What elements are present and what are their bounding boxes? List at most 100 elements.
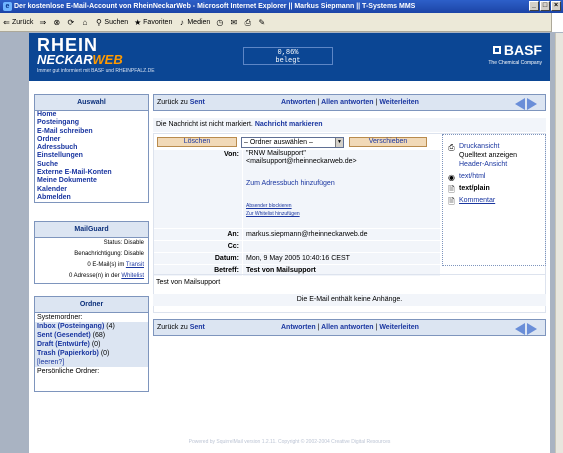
page-footer: Powered by SquirrelMail version 1.2.11. … <box>188 439 391 445</box>
show-source-link[interactable]: Quelltext anzeigen <box>459 152 517 160</box>
folders-title: Ordner <box>35 297 148 313</box>
back-button[interactable]: ⇐ Zurück <box>2 18 33 27</box>
basf-logo[interactable]: BASF The Chemical Company <box>488 43 542 66</box>
personal-folders-label: Persönliche Ordner: <box>37 368 100 375</box>
next-message-icon[interactable] <box>527 98 537 110</box>
to-row: An: markus.siepmann@rheinneckarweb.de <box>154 229 441 240</box>
search-button[interactable]: ⚲ Suchen <box>94 18 128 27</box>
minimize-button[interactable]: _ <box>529 1 539 11</box>
nav-title: Auswahl <box>35 95 148 111</box>
print-view-item[interactable]: ⎙ Druckansicht <box>447 143 499 152</box>
transit-link[interactable]: Transit <box>126 262 144 268</box>
edit-icon: ✎ <box>258 17 266 27</box>
nav-calendar[interactable]: Kalender <box>35 186 148 194</box>
text-plain-item[interactable]: 🗎 text/plain <box>447 185 489 194</box>
edit-button[interactable]: ✎ <box>257 18 266 27</box>
header-view-link[interactable]: Header-Ansicht <box>459 161 507 169</box>
refresh-icon: ⟳ <box>67 17 75 27</box>
comment-item[interactable]: 🗎 Kommentar <box>447 197 495 206</box>
print-button[interactable]: ⎙ <box>243 18 252 27</box>
nav-external-accounts[interactable]: Externe E-Mail-Konten <box>35 169 148 177</box>
history-button[interactable]: ◷ <box>215 18 224 27</box>
note-icon: 🗎 <box>448 197 455 206</box>
home-button[interactable]: ⌂ <box>80 18 89 27</box>
reply-all-link-bottom[interactable]: Allen antworten <box>321 324 374 331</box>
forward-button[interactable]: ⇒ <box>38 18 47 27</box>
folder-sent[interactable]: Sent (Gesendet) (68) <box>35 331 148 340</box>
nav-settings[interactable]: Einstellungen <box>35 152 148 160</box>
from-value: "RNW Mailsupport" <mailsupport@rheinneck… <box>243 150 440 228</box>
vertical-scrollbar[interactable] <box>555 33 563 453</box>
forward-link[interactable]: Weiterleiten <box>379 99 419 106</box>
html-file-icon: ◉ <box>448 173 455 182</box>
document-icon: 🗎 <box>448 185 455 194</box>
back-to-sent-link-bottom[interactable]: Sent <box>190 324 205 331</box>
mark-message-link[interactable]: Nachricht markieren <box>255 121 323 128</box>
add-to-addressbook-link[interactable]: Zum Adressbuch hinzufügen <box>246 180 440 188</box>
cc-row: Cc: <box>154 241 441 252</box>
nav-logout[interactable]: Abmelden <box>35 194 148 202</box>
nav-documents[interactable]: Meine Dokumente <box>35 177 148 185</box>
reply-actions-bottom: Antworten | Allen antworten | Weiterleit… <box>281 324 419 331</box>
cc-label: Cc: <box>154 241 242 252</box>
mailguard-title: MailGuard <box>35 222 148 238</box>
nav-folders[interactable]: Ordner <box>35 136 148 144</box>
back-to-sent-link[interactable]: Sent <box>190 99 205 106</box>
chevron-down-icon: ▼ <box>335 138 343 147</box>
favorites-button[interactable]: ★ Favoriten <box>133 18 172 27</box>
forward-arrow-icon: ⇒ <box>39 17 47 27</box>
stop-icon: ⊗ <box>53 17 61 27</box>
folder-trash[interactable]: Trash (Papierkorb) (0) [leeren?] <box>35 349 148 367</box>
browser-toolbar: ⇐ Zurück ⇒ ⊗ ⟳ ⌂ ⚲ Suchen ★ Favoriten ♪ Medi… <box>0 13 563 32</box>
logo-neckarweb[interactable]: NECKARWEB <box>37 53 123 66</box>
message-body: Test von Mailsupport <box>153 274 546 296</box>
reply-actions: Antworten | Allen antworten | Weiterleit… <box>281 99 419 106</box>
empty-trash-link[interactable]: [leeren?] <box>37 359 64 366</box>
mail-button[interactable]: ✉ <box>229 18 238 27</box>
next-message-icon[interactable] <box>527 323 537 335</box>
quota-ticker: 0,86% belegt <box>243 47 333 65</box>
nav-posteingang[interactable]: Posteingang <box>35 119 148 127</box>
to-value: markus.siepmann@rheinneckarweb.de <box>243 229 440 240</box>
mailguard-box: MailGuard Status: Disable Benachrichtigu… <box>34 221 149 284</box>
printer-icon: ⎙ <box>448 143 455 152</box>
page-viewport: RHEIN NECKARWEB Immer gut informiert mit… <box>0 33 555 453</box>
message-actions-top: Zurück zu Sent Antworten | Allen antwort… <box>153 94 546 111</box>
mailguard-status: Status: Disable <box>103 240 144 246</box>
nav-compose[interactable]: E-Mail schreiben <box>35 128 148 136</box>
nav-addressbook[interactable]: Adressbuch <box>35 144 148 152</box>
move-button[interactable]: Verschieben <box>349 137 427 147</box>
maximize-button[interactable]: □ <box>540 1 550 11</box>
windows-logo <box>551 13 563 32</box>
nav-search[interactable]: Suche <box>35 161 148 169</box>
media-icon: ♪ <box>179 17 184 27</box>
reply-link-bottom[interactable]: Antworten <box>281 324 316 331</box>
folder-inbox[interactable]: Inbox (Posteingang) (4) <box>35 322 148 331</box>
stop-button[interactable]: ⊗ <box>52 18 61 27</box>
mail-icon: ✉ <box>230 17 238 27</box>
prev-message-icon[interactable] <box>515 98 525 110</box>
reply-link[interactable]: Antworten <box>281 99 316 106</box>
forward-link-bottom[interactable]: Weiterleiten <box>379 324 419 331</box>
back-to-folder-bottom: Zurück zu Sent <box>157 324 205 331</box>
date-row: Datum: Mon, 9 May 2005 10:40:16 CEST <box>154 253 441 264</box>
refresh-button[interactable]: ⟳ <box>66 18 75 27</box>
search-icon: ⚲ <box>95 17 102 27</box>
date-label: Datum: <box>154 253 242 264</box>
nav-home[interactable]: Home <box>35 111 148 119</box>
close-button[interactable]: × <box>551 1 561 11</box>
folder-select[interactable]: – Ordner auswählen – ▼ <box>241 137 344 148</box>
add-whitelist-link[interactable]: Zur Whitelist hinzufügen <box>246 210 440 218</box>
text-html-item[interactable]: ◉ text/html <box>447 173 485 182</box>
prev-message-icon[interactable] <box>515 323 525 335</box>
folder-draft[interactable]: Draft (Entwürfe) (0) <box>35 340 148 349</box>
delete-button[interactable]: Löschen <box>157 137 237 147</box>
reply-all-link[interactable]: Allen antworten <box>321 99 374 106</box>
system-folders-label: Systemordner: <box>37 314 83 321</box>
message-options-panel: ⎙ Druckansicht Quelltext anzeigen Header-… <box>442 134 546 266</box>
home-icon: ⌂ <box>82 17 88 27</box>
whitelist-link[interactable]: Whitelist <box>121 273 144 279</box>
sidebar: Auswahl Home Posteingang E-Mail schreibe… <box>34 94 149 398</box>
media-button[interactable]: ♪ Medien <box>177 18 210 27</box>
block-sender-link[interactable]: Absender blockieren <box>246 202 440 210</box>
